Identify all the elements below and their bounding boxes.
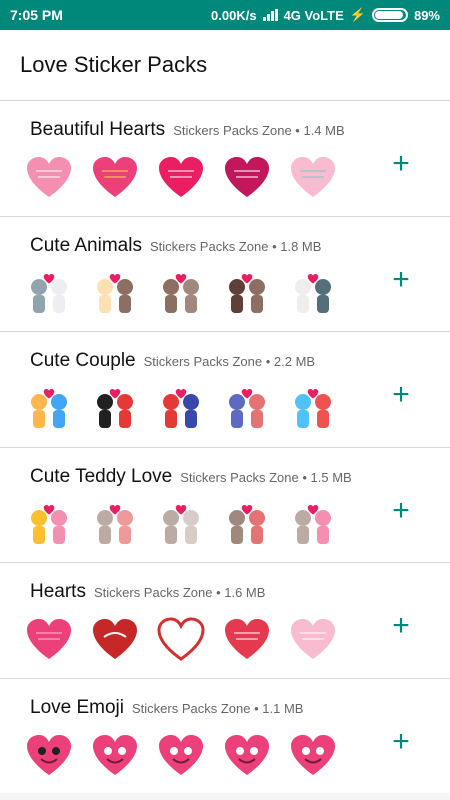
sticker-preview-row <box>24 500 338 550</box>
sticker-preview-row <box>24 384 338 434</box>
sticker-preview-row <box>24 269 338 319</box>
pack-size: 1.5 MB <box>310 469 352 485</box>
teddy-heart-sticker <box>90 500 140 550</box>
pack-name: Cute Animals <box>30 234 142 256</box>
pack-publisher: Stickers Packs Zone <box>149 238 269 254</box>
pack-name: Love Emoji <box>30 696 124 718</box>
pack-meta: Stickers Packs Zone • 1.5 MB <box>180 470 351 485</box>
network-type: 4G VoLTE <box>283 7 344 23</box>
pack-header: Cute Teddy Love Stickers Packs Zone • 1.5… <box>30 466 352 488</box>
outline-heart-sticker <box>156 615 206 665</box>
leaf-heart-sticker <box>288 153 338 203</box>
love-heart-sticker <box>90 615 140 665</box>
pack-publisher: Stickers Packs Zone <box>180 469 299 485</box>
pack-list: Beautiful Hearts Stickers Packs Zone • 1.… <box>0 100 450 793</box>
pack-row[interactable]: Hearts Stickers Packs Zone • 1.6 MB + <box>0 562 450 678</box>
wink-heart-emoji <box>288 731 338 781</box>
sticker-preview-row <box>24 615 338 665</box>
pack-name: Beautiful Hearts <box>30 119 166 140</box>
sticker-preview-row <box>24 153 338 203</box>
pink-heart-sticker <box>24 615 74 665</box>
bear-couple-sticker <box>156 269 206 319</box>
add-pack-button[interactable]: + <box>388 380 414 410</box>
charging-icon: ⚡ <box>349 7 366 22</box>
pack-row[interactable]: Cute Animals Stickers Packs Zone • 1.8 MB… <box>0 215 450 332</box>
sticker-preview-row <box>24 731 338 781</box>
pack-header: Love Emoji Stickers Packs Zone • 1.1 MB <box>30 697 303 719</box>
dotted-heart-sticker <box>288 615 338 665</box>
teddy-love-letters-sticker <box>24 500 74 550</box>
teddy-flowers-sticker <box>288 500 338 550</box>
add-pack-button[interactable]: + <box>388 726 414 756</box>
status-time: 7:05 PM <box>10 7 63 23</box>
pack-row[interactable]: Cute Teddy Love Stickers Packs Zone • 1.5… <box>0 446 450 563</box>
meta-separator: • <box>298 469 311 485</box>
meta-separator: • <box>262 354 274 369</box>
pack-meta: Stickers Packs Zone • 1.4 MB <box>173 123 344 138</box>
pack-row[interactable]: Cute Couple Stickers Packs Zone • 2.2 MB + <box>0 331 450 447</box>
kitten-couple-sticker <box>288 269 338 319</box>
squirrel-couple-sticker <box>222 269 272 319</box>
pack-size: 1.4 MB <box>303 123 345 138</box>
battery-percent: 89% <box>413 7 440 23</box>
couple-dinner-sticker <box>222 384 272 434</box>
pack-name: Hearts <box>30 581 86 602</box>
page-title: Love Sticker Packs <box>20 52 208 77</box>
add-pack-button[interactable]: + <box>388 149 414 179</box>
app-header: Love Sticker Packs <box>0 30 450 100</box>
couple-kiss-sticker <box>156 384 206 434</box>
flower-heart-sticker <box>90 153 140 203</box>
meta-separator: • <box>291 123 304 138</box>
pack-size: 1.8 MB <box>280 238 322 254</box>
couple-walking-sticker <box>24 384 74 434</box>
pack-size: 1.6 MB <box>224 585 266 600</box>
pack-size: 2.2 MB <box>273 354 316 369</box>
pack-header: Cute Couple Stickers Packs Zone • 2.2 MB <box>30 350 315 372</box>
pack-name: Cute Couple <box>30 350 136 371</box>
pack-publisher: Stickers Packs Zone <box>173 123 292 138</box>
couple-bench-sticker <box>288 384 338 434</box>
signal-icon <box>262 9 278 21</box>
meta-separator: • <box>212 585 225 600</box>
grin-heart-emoji <box>156 731 206 781</box>
surprised-heart-emoji <box>222 731 272 781</box>
pack-header: Cute Animals Stickers Packs Zone • 1.8 MB <box>30 235 321 257</box>
pack-meta: Stickers Packs Zone • 1.1 MB <box>132 701 303 716</box>
pack-name: Cute Teddy Love <box>30 465 173 487</box>
cool-heart-emoji <box>24 731 74 781</box>
pack-size: 1.1 MB <box>262 700 304 716</box>
sketch-heart-sticker <box>222 615 272 665</box>
meta-separator: • <box>268 238 281 254</box>
battery-fill <box>374 11 404 19</box>
cat-couple-sticker <box>24 269 74 319</box>
smile-heart-emoji <box>90 731 140 781</box>
battery-icon <box>371 8 408 22</box>
dog-couple-sticker <box>90 269 140 319</box>
pack-header: Hearts Stickers Packs Zone • 1.6 MB <box>30 581 265 603</box>
add-pack-button[interactable]: + <box>388 611 414 641</box>
pack-meta: Stickers Packs Zone • 2.2 MB <box>144 354 315 369</box>
pack-publisher: Stickers Packs Zone <box>143 354 263 369</box>
birds-heart-sticker <box>24 153 74 203</box>
diamond-heart-sticker <box>222 153 272 203</box>
striped-heart-sticker <box>156 153 206 203</box>
add-pack-button[interactable]: + <box>388 264 414 294</box>
pack-row[interactable]: Love Emoji Stickers Packs Zone • 1.1 MB + <box>0 677 450 794</box>
couple-hug-sticker <box>90 384 140 434</box>
teddy-balloon-sticker <box>222 500 272 550</box>
pack-publisher: Stickers Packs Zone <box>132 700 251 716</box>
add-pack-button[interactable]: + <box>388 495 414 525</box>
pack-meta: Stickers Packs Zone • 1.6 MB <box>94 585 265 600</box>
pack-publisher: Stickers Packs Zone <box>93 585 213 600</box>
status-bar: 7:05 PM 0.00K/s 4G VoLTE ⚡ 89% <box>0 0 450 30</box>
pack-meta: Stickers Packs Zone • 1.8 MB <box>150 239 321 254</box>
pack-header: Beautiful Hearts Stickers Packs Zone • 1.… <box>30 119 345 141</box>
meta-separator: • <box>250 700 263 716</box>
network-speed: 0.00K/s <box>211 7 257 23</box>
teddy-couple-sticker <box>156 500 206 550</box>
pack-row[interactable]: Beautiful Hearts Stickers Packs Zone • 1.… <box>0 100 450 216</box>
